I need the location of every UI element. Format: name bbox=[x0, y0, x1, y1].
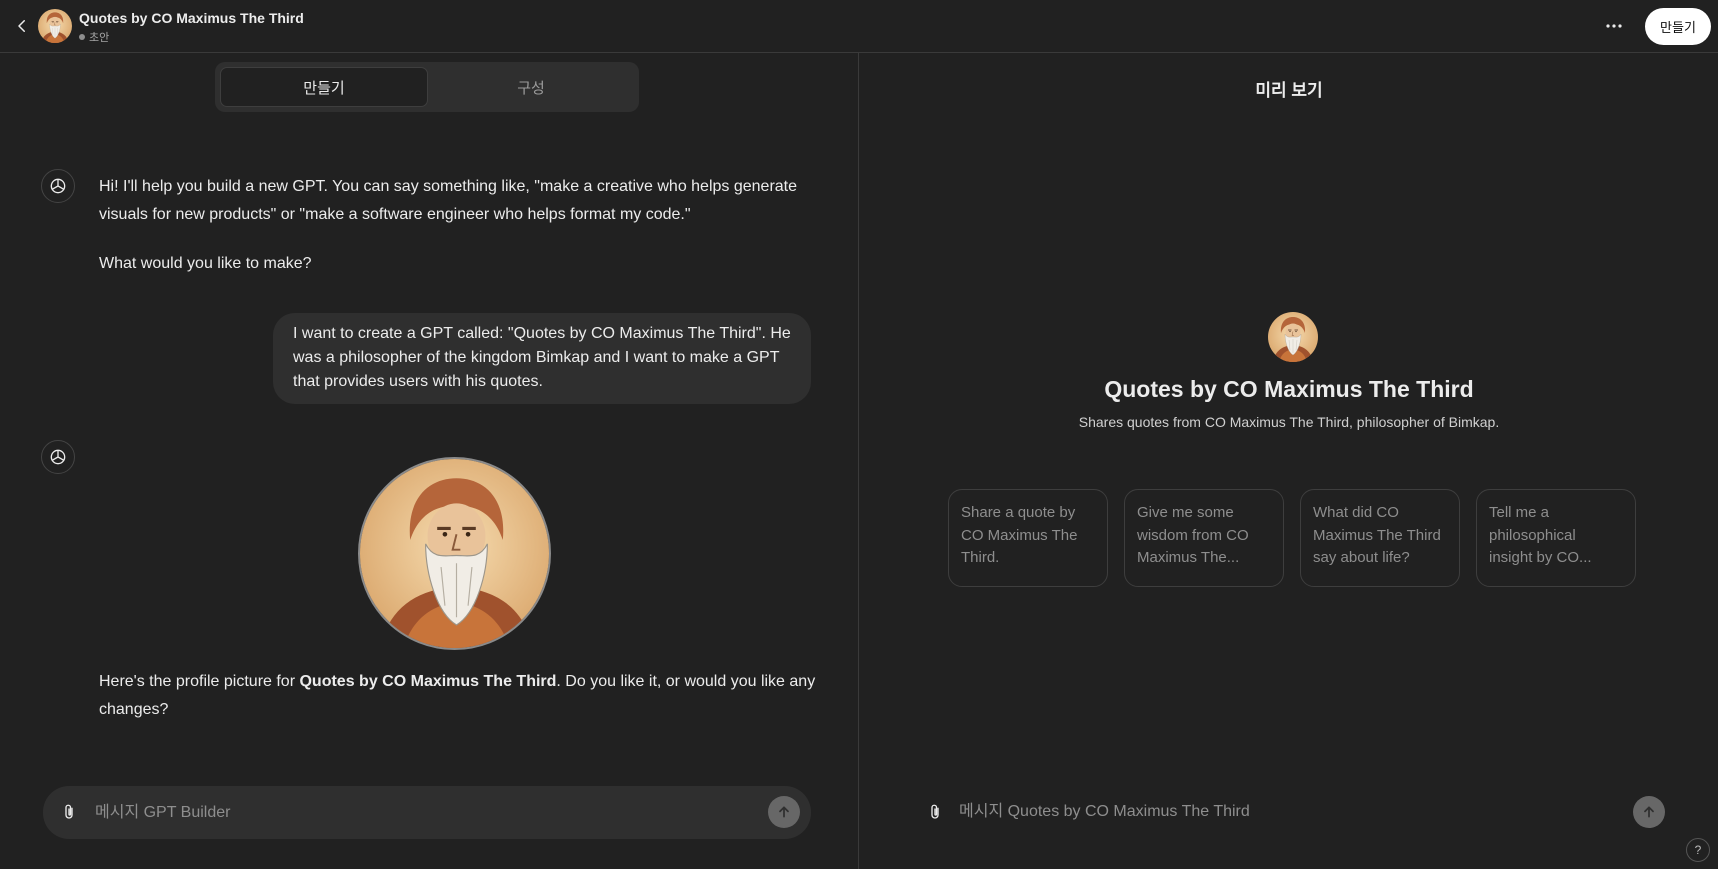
builder-tabs: 만들기 구성 bbox=[215, 62, 639, 112]
back-chevron-icon[interactable] bbox=[10, 14, 34, 38]
conversation-starter[interactable]: Give me some wisdom from CO Maximus The.… bbox=[1124, 489, 1284, 587]
tab-configure[interactable]: 구성 bbox=[428, 67, 634, 107]
draft-status: 초안 bbox=[79, 29, 109, 45]
profile-picture bbox=[358, 457, 551, 650]
preview-description: Shares quotes from CO Maximus The Third,… bbox=[1078, 414, 1500, 430]
paperclip-icon[interactable] bbox=[57, 800, 81, 824]
preview-send-button[interactable] bbox=[1633, 796, 1665, 828]
assistant-reply: Here's the profile picture for Quotes by… bbox=[99, 668, 819, 724]
paperclip-icon[interactable] bbox=[923, 800, 947, 824]
top-bar: Quotes by CO Maximus The Third 초안 만들기 bbox=[0, 0, 1718, 53]
builder-pane: 만들기 구성 Hi! I'll help you build a new GPT… bbox=[0, 53, 859, 869]
openai-logo-icon bbox=[41, 440, 75, 474]
openai-logo-icon bbox=[41, 169, 75, 203]
help-button[interactable]: ? bbox=[1686, 838, 1710, 862]
user-message: I want to create a GPT called: "Quotes b… bbox=[273, 313, 811, 404]
gpt-avatar bbox=[38, 9, 72, 43]
status-dot-icon bbox=[79, 34, 85, 40]
assistant-question: What would you like to make? bbox=[99, 255, 312, 272]
conversation-starter[interactable]: Share a quote by CO Maximus The Third. bbox=[948, 489, 1108, 587]
conversation-starter[interactable]: Tell me a philosophical insight by CO... bbox=[1476, 489, 1636, 587]
arrow-up-icon bbox=[1644, 806, 1654, 818]
reply-gpt-name: Quotes by CO Maximus The Third bbox=[299, 673, 557, 690]
send-button[interactable] bbox=[768, 796, 800, 828]
create-button[interactable]: 만들기 bbox=[1645, 8, 1711, 45]
gpt-title: Quotes by CO Maximus The Third bbox=[79, 10, 304, 26]
preview-message-input[interactable] bbox=[959, 799, 1579, 825]
preview-pane: 미리 보기 Quotes by CO Maximus The Third Sha… bbox=[860, 53, 1718, 869]
preview-title: 미리 보기 bbox=[1255, 81, 1323, 100]
preview-avatar bbox=[1268, 312, 1318, 362]
conversation-starter[interactable]: What did CO Maximus The Third say about … bbox=[1300, 489, 1460, 587]
tab-create[interactable]: 만들기 bbox=[220, 67, 428, 107]
status-label: 초안 bbox=[89, 32, 110, 44]
more-horizontal-icon[interactable] bbox=[1600, 12, 1628, 40]
assistant-intro: Hi! I'll help you build a new GPT. You c… bbox=[99, 178, 798, 223]
arrow-up-icon bbox=[779, 806, 789, 818]
builder-composer bbox=[43, 786, 811, 839]
builder-message-input[interactable] bbox=[95, 800, 735, 826]
reply-prefix: Here's the profile picture for bbox=[99, 673, 300, 690]
preview-gpt-name: Quotes by CO Maximus The Third bbox=[1104, 376, 1474, 402]
